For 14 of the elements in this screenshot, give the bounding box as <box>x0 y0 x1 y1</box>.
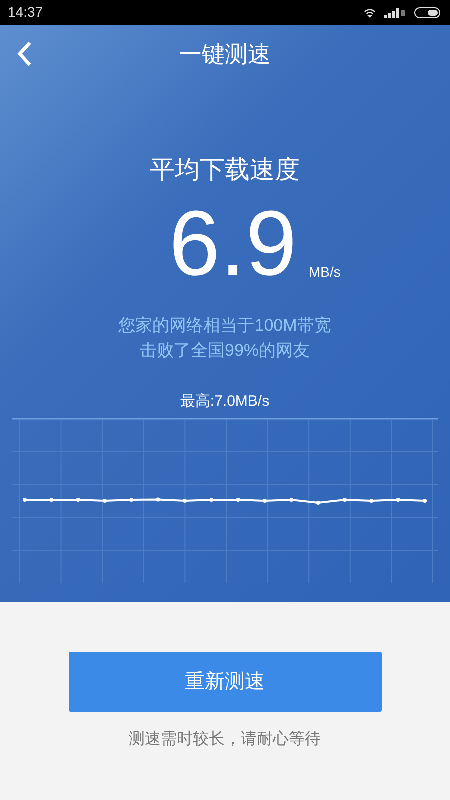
page-title: 一键测速 <box>179 40 271 69</box>
retest-button[interactable]: 重新测速 <box>68 652 382 712</box>
speed-unit: MB/s <box>309 263 341 282</box>
result-text: 您家的网络相当于100M带宽 <box>118 315 332 337</box>
result-text: 击败了全国99%的网友 <box>140 340 310 362</box>
speed-label: 平均下载速度 <box>149 155 301 185</box>
back-icon <box>17 41 33 67</box>
battery-icon <box>414 6 442 18</box>
speed-value: 6.9 <box>169 201 297 287</box>
hint-text: 测速需时较长，请耐心等待 <box>129 730 321 750</box>
signal-icon <box>384 8 406 18</box>
status-time: 14:37 <box>8 3 44 22</box>
peak-speed: 最高:7.0MB/s <box>179 393 271 411</box>
wifi-icon <box>364 8 376 18</box>
